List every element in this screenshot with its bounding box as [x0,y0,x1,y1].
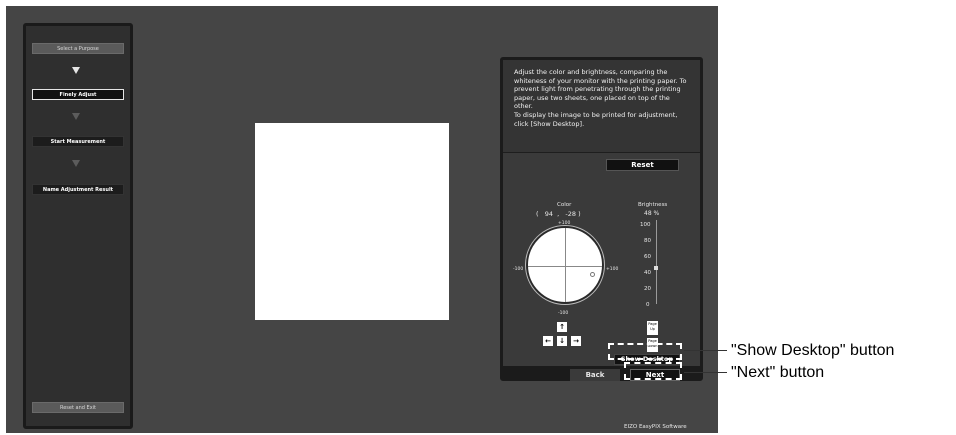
callout-show-desktop: "Show Desktop" button [731,342,895,359]
brightness-tick: 0 [646,302,650,308]
arrow-down-icon[interactable]: ↓ [557,336,567,346]
arrow-left-icon[interactable]: ← [543,336,553,346]
reset-and-exit-button[interactable]: Reset and Exit [32,402,124,413]
callout-next: "Next" button [731,364,825,381]
instructions-text: Adjust the color and brightness, compari… [503,60,700,153]
step-arrow-icon [72,113,80,120]
color-axis-left: -100 [513,267,524,272]
page-up-button[interactable]: Page Up [647,321,658,335]
callout-line-show-desktop [684,350,727,351]
step-name-result[interactable]: Name Adjustment Result [32,184,124,195]
next-highlight [624,362,682,380]
adjustment-panel: Adjust the color and brightness, compari… [500,57,703,381]
brightness-value: 48 % [644,210,660,217]
back-button[interactable]: Back [570,369,620,381]
brightness-tick: 60 [644,254,651,260]
brightness-slider-handle[interactable] [654,266,658,270]
brightness-label: Brightness [638,202,668,208]
arrow-right-icon[interactable]: → [571,336,581,346]
color-value: ( 94 , -28 ) [536,210,581,218]
arrow-up-icon[interactable]: ↑ [557,322,567,332]
step-finely-adjust[interactable]: Finely Adjust [32,89,124,100]
show-desktop-highlight [608,343,682,360]
brightness-tick: 80 [644,238,651,244]
brightness-tick: 20 [644,286,651,292]
reset-button[interactable]: Reset [606,159,679,171]
step-select-purpose[interactable]: Select a Purpose [32,43,124,54]
step-arrow-icon [72,67,80,74]
brightness-tick: 100 [640,222,651,228]
footer-brand: EIZO EasyPIX Software [624,424,687,430]
step-panel: Select a Purpose Finely Adjust Start Mea… [23,23,133,429]
app-window: Select a Purpose Finely Adjust Start Mea… [6,6,718,433]
color-axis-right: +100 [606,267,619,272]
color-wheel[interactable] [526,226,604,304]
color-label: Color [557,202,572,208]
instructions-body: Adjust the color and brightness, compari… [514,68,687,128]
color-axis-bottom: -100 [558,311,569,316]
brightness-tick: 40 [644,270,651,276]
step-arrow-icon [72,160,80,167]
step-start-measurement[interactable]: Start Measurement [32,136,124,147]
brightness-slider[interactable] [656,220,657,304]
white-patch [255,123,449,320]
wheel-v-axis [565,228,566,302]
color-pointer-icon[interactable] [590,272,595,277]
callout-line-next [684,372,727,373]
